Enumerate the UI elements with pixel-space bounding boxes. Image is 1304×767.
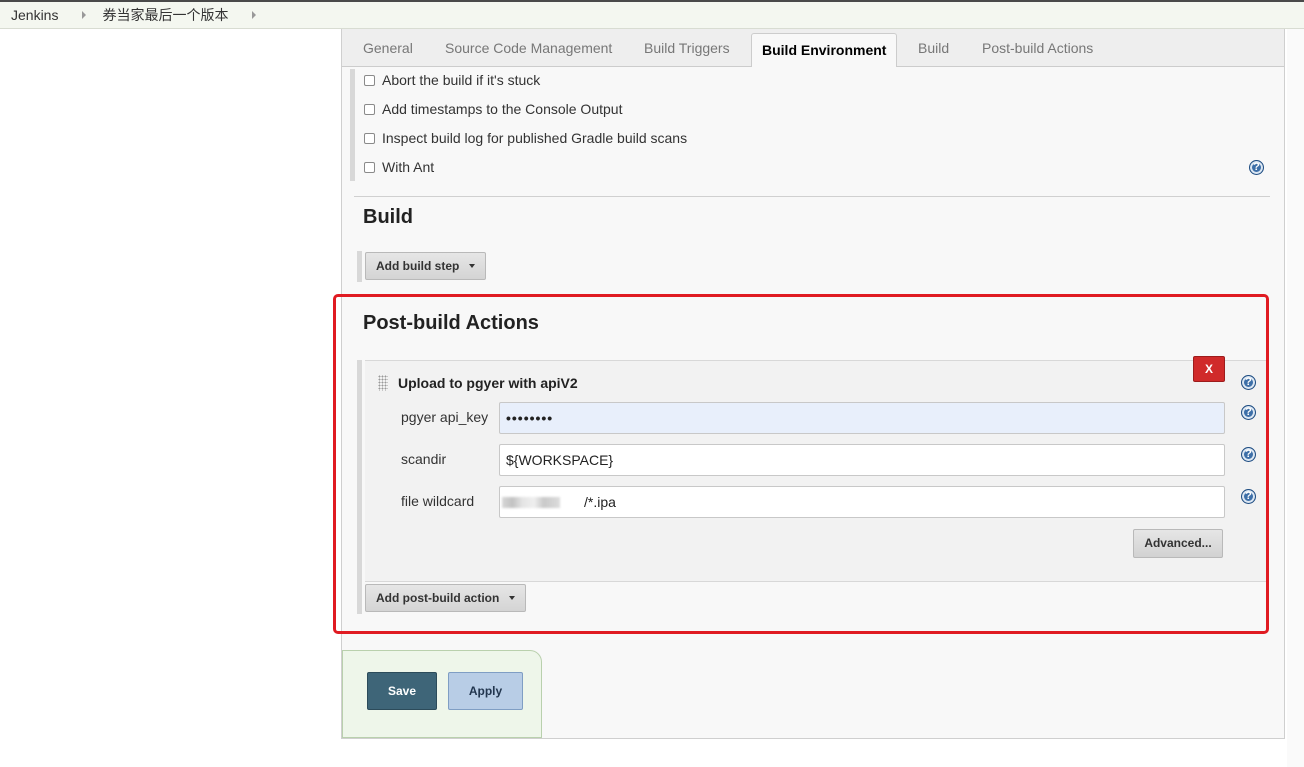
build-section-title: Build [363, 206, 413, 228]
option-label: Abort the build if it's stuck [382, 72, 541, 88]
save-button[interactable]: Save [367, 672, 437, 710]
option-label: With Ant [382, 159, 435, 175]
scandir-field[interactable]: ${WORKSPACE} [499, 444, 1225, 476]
breadcrumb-arrow-icon[interactable] [252, 11, 257, 19]
apply-button[interactable]: Apply [448, 672, 523, 710]
form-action-bar: Save Apply [342, 650, 542, 738]
option-with-ant[interactable]: With Ant [364, 159, 434, 175]
abort-stuck-checkbox[interactable] [364, 74, 375, 86]
breadcrumb: Jenkins 券当家最后一个版本 [0, 0, 1304, 29]
with-ant-checkbox[interactable] [364, 161, 375, 173]
scrollbar-track[interactable] [1287, 29, 1304, 767]
breadcrumb-label[interactable]: Jenkins [11, 7, 58, 23]
breadcrumb-item-jenkins[interactable]: Jenkins [11, 7, 102, 23]
config-tab-bar: General Source Code Management Build Tri… [342, 29, 1284, 67]
section-indent-bar [357, 360, 362, 614]
chevron-down-icon [469, 264, 476, 268]
tab-build[interactable]: Build [918, 40, 949, 56]
add-build-step-label: Add build step [376, 259, 460, 273]
gradle-scans-checkbox[interactable] [364, 132, 375, 144]
post-build-section-title: Post-build Actions [363, 312, 539, 334]
section-indent-bar [350, 69, 355, 181]
help-icon[interactable]: ? [1241, 447, 1256, 462]
api-key-label: pgyer api_key [401, 409, 489, 425]
breadcrumb-label[interactable]: 券当家最后一个版本 [102, 5, 228, 25]
add-post-build-action-button[interactable]: Add post-build action [365, 584, 527, 612]
breadcrumb-item-project[interactable]: 券当家最后一个版本 [102, 5, 272, 25]
help-icon[interactable]: ? [1249, 160, 1264, 175]
option-label: Inspect build log for published Gradle b… [382, 130, 688, 146]
pgyer-upload-action: Upload to pgyer with apiV2 X ? pgyer api… [365, 356, 1267, 582]
tab-source-code-management[interactable]: Source Code Management [445, 40, 612, 56]
option-gradle-scans[interactable]: Inspect build log for published Gradle b… [364, 130, 687, 146]
breadcrumb-arrow-icon[interactable] [82, 11, 87, 19]
option-abort-stuck[interactable]: Abort the build if it's stuck [364, 72, 540, 88]
action-title: Upload to pgyer with apiV2 [398, 375, 578, 391]
help-icon[interactable]: ? [1241, 405, 1256, 420]
help-icon[interactable]: ? [1241, 489, 1256, 504]
option-label: Add timestamps to the Console Output [382, 101, 623, 117]
drag-handle-icon[interactable] [378, 375, 388, 391]
file-wildcard-field[interactable]: /*.ipa [499, 486, 1225, 518]
tab-build-environment[interactable]: Build Environment [751, 33, 898, 67]
api-key-field[interactable]: •••••••• [499, 402, 1225, 434]
tab-build-triggers[interactable]: Build Triggers [644, 40, 730, 56]
advanced-button[interactable]: Advanced... [1133, 529, 1223, 558]
delete-action-button[interactable]: X [1193, 356, 1225, 382]
redacted-text [502, 497, 560, 508]
section-indent-bar [357, 251, 362, 282]
add-post-build-action-label: Add post-build action [376, 591, 500, 605]
chevron-down-icon [509, 596, 516, 600]
section-divider [354, 196, 1270, 197]
option-timestamps[interactable]: Add timestamps to the Console Output [364, 101, 622, 117]
tab-general[interactable]: General [363, 40, 413, 56]
timestamps-checkbox[interactable] [364, 103, 375, 115]
file-wildcard-value: /*.ipa [584, 494, 616, 510]
scandir-label: scandir [401, 451, 447, 467]
tab-post-build-actions[interactable]: Post-build Actions [982, 40, 1093, 56]
file-wildcard-label: file wildcard [401, 493, 475, 509]
job-config-panel: General Source Code Management Build Tri… [341, 29, 1285, 739]
add-build-step-button[interactable]: Add build step [365, 252, 487, 280]
help-icon[interactable]: ? [1241, 375, 1256, 390]
